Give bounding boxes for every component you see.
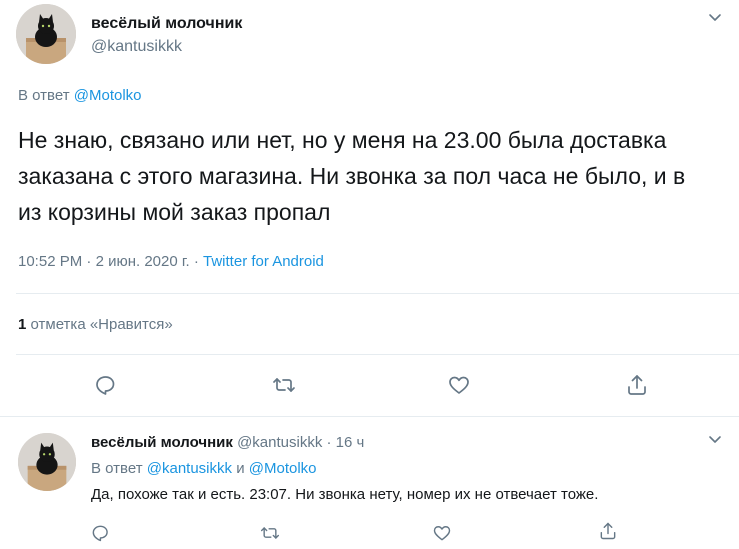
avatar[interactable] bbox=[16, 4, 76, 64]
tweet-text: Не знаю, связано или нет, но у меня на 2… bbox=[18, 127, 686, 225]
reply-to-link[interactable]: @kantusikkk bbox=[147, 460, 232, 477]
reply-icon[interactable] bbox=[93, 373, 117, 397]
reply-context: В ответ @Motolko bbox=[18, 86, 142, 106]
tweet-meta: 10:52 PM · 2 июн. 2020 г. · Twitter for … bbox=[18, 252, 324, 272]
retweet-icon[interactable] bbox=[260, 523, 280, 543]
display-name[interactable]: весёлый молочник bbox=[91, 14, 242, 34]
divider bbox=[0, 416, 739, 417]
like-icon[interactable] bbox=[447, 373, 471, 397]
likes-label: отметка «Нравится» bbox=[30, 316, 173, 333]
like-icon[interactable] bbox=[432, 523, 452, 543]
reply-prefix: В ответ bbox=[18, 87, 70, 104]
chevron-down-icon[interactable] bbox=[708, 435, 722, 445]
chevron-down-icon[interactable] bbox=[708, 13, 722, 23]
reply-context: В ответ @kantusikkk и @Motolko bbox=[91, 459, 317, 479]
reply-to-link[interactable]: @Motolko bbox=[74, 87, 142, 104]
tweet-date[interactable]: 2 июн. 2020 г. bbox=[96, 253, 190, 270]
reply-icon[interactable] bbox=[90, 523, 110, 543]
user-handle[interactable]: @kantusikkk bbox=[237, 434, 322, 451]
meta-separator: · bbox=[326, 434, 332, 451]
reply-and: и bbox=[236, 460, 245, 477]
share-icon[interactable] bbox=[625, 373, 649, 397]
reply-header: весёлый молочник @kantusikkk · 16 ч bbox=[91, 433, 364, 453]
likes-count: 1 bbox=[18, 316, 27, 333]
user-handle[interactable]: @kantusikkk bbox=[91, 37, 182, 57]
tweet-age[interactable]: 16 ч bbox=[336, 434, 365, 451]
display-name[interactable]: весёлый молочник bbox=[91, 434, 233, 451]
black-cat-in-box-image bbox=[18, 433, 76, 491]
likes-stat[interactable]: 1 отметка «Нравится» bbox=[18, 315, 173, 335]
divider bbox=[16, 293, 739, 294]
tweet-source[interactable]: Twitter for Android bbox=[203, 253, 324, 270]
divider bbox=[16, 354, 739, 355]
tweet-text: Да, похоже так и есть. 23:07. Ни звонка … bbox=[91, 486, 599, 503]
meta-separator: · bbox=[193, 253, 199, 270]
avatar[interactable] bbox=[18, 433, 76, 491]
retweet-icon[interactable] bbox=[272, 373, 296, 397]
reply-to-link[interactable]: @Motolko bbox=[249, 460, 317, 477]
black-cat-in-box-image bbox=[16, 4, 76, 64]
reply-prefix: В ответ bbox=[91, 460, 143, 477]
tweet-time[interactable]: 10:52 PM bbox=[18, 253, 82, 270]
meta-separator: · bbox=[86, 253, 92, 270]
share-icon[interactable] bbox=[598, 521, 618, 541]
